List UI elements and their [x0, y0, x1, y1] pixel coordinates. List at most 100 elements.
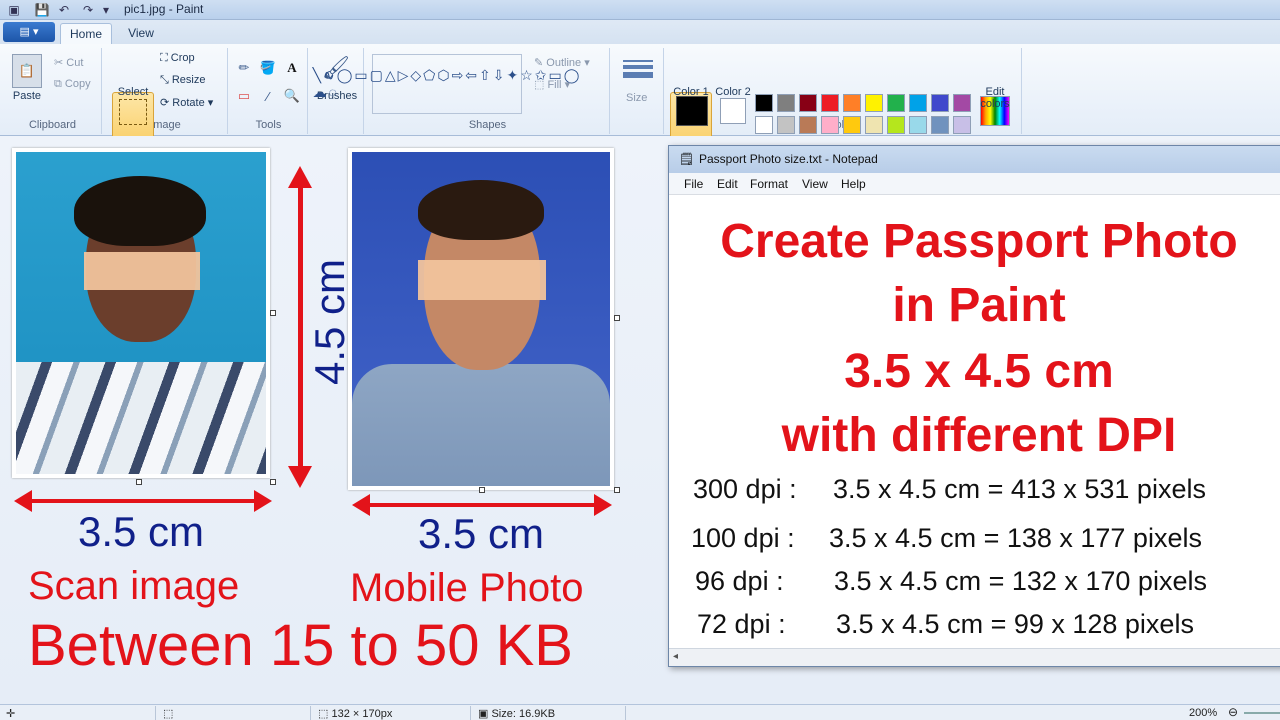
notepad-text-area[interactable]: Create Passport Photo in Paint 3.5 x 4.5… — [677, 196, 1280, 646]
rotate-button[interactable]: ⟳ Rotate ▾ — [160, 96, 213, 109]
dpi-label: 96 dpi : — [695, 566, 784, 596]
paste-button[interactable]: Paste — [4, 90, 50, 102]
magnifier-icon[interactable]: 🔍 — [282, 86, 302, 106]
face-blur — [418, 260, 546, 300]
palette-color-swatch[interactable] — [821, 94, 839, 112]
clipboard-group: 📋 Paste ✂ Cut ⧉ Copy Clipboard — [4, 48, 102, 134]
color-picker-icon[interactable]: ⁄ — [258, 86, 278, 106]
tab-home[interactable]: Home — [60, 23, 112, 44]
size-icon[interactable] — [622, 54, 654, 84]
size-group: Size — [612, 48, 664, 134]
notepad-title-bar[interactable]: 🗒 Passport Photo size.txt - Notepad — [669, 146, 1280, 173]
heading-line-1: Create Passport Photo — [720, 215, 1238, 268]
title-bar: ▣ 💾 ↶ ↷ ▾ pic1.jpg - Paint — [0, 0, 1280, 20]
crop-button[interactable]: ⛶ Crop — [160, 52, 195, 65]
tab-view[interactable]: View — [118, 23, 164, 44]
resize-handle[interactable] — [270, 310, 276, 316]
menu-edit[interactable]: Edit — [717, 177, 738, 191]
color-2-label: Color 2 — [715, 86, 751, 98]
width-arrow-left — [14, 490, 272, 512]
fill-bucket-icon[interactable]: 🪣 — [258, 58, 278, 78]
palette-color-swatch[interactable] — [887, 94, 905, 112]
palette-color-swatch[interactable] — [931, 116, 949, 134]
dpi-size: 3.5 x 4.5 cm = 413 x 531 pixels — [833, 474, 1206, 504]
palette-color-swatch[interactable] — [953, 116, 971, 134]
resize-handle[interactable] — [614, 315, 620, 321]
paste-icon[interactable]: 📋 — [12, 54, 42, 88]
palette-color-swatch[interactable] — [843, 94, 861, 112]
resize-button[interactable]: ⤡ Resize — [160, 74, 205, 87]
palette-color-swatch[interactable] — [799, 116, 817, 134]
outline-button[interactable]: ✎ Outline ▾ — [534, 56, 590, 69]
palette-color-swatch[interactable] — [799, 94, 817, 112]
resize-handle[interactable] — [614, 487, 620, 493]
zoom-slider[interactable] — [1244, 712, 1280, 714]
width-label-left: 3.5 cm — [78, 508, 205, 555]
width-label-right: 3.5 cm — [418, 510, 545, 557]
palette-color-swatch[interactable] — [755, 94, 773, 112]
customize-toolbar-icon[interactable]: ▾ — [98, 2, 114, 18]
resize-handle[interactable] — [136, 479, 142, 485]
select-label: Select — [117, 86, 149, 98]
menu-format[interactable]: Format — [750, 177, 788, 191]
shapes-gallery[interactable]: ╲∿◯▭▢△▷◇⬠⬡⇨⇦⇧⇩✦☆✩▭◯☁◌ — [313, 54, 579, 114]
copy-button[interactable]: ⧉ Copy — [54, 78, 91, 91]
notepad-title: Passport Photo size.txt - Notepad — [699, 152, 878, 166]
save-icon[interactable]: 💾 — [34, 2, 50, 18]
horizontal-scrollbar[interactable]: ◂ — [669, 648, 1280, 666]
palette-color-swatch[interactable] — [777, 116, 795, 134]
shapes-group-label: Shapes — [468, 119, 507, 131]
clipboard-group-label: Clipboard — [28, 119, 77, 131]
caption-scan-image: Scan image — [28, 564, 240, 608]
paint-menu-button[interactable]: ▤ ▾ — [3, 22, 55, 42]
menu-file[interactable]: File — [684, 177, 703, 191]
heading-line-4: with different DPI — [781, 409, 1177, 462]
width-arrow-right — [352, 494, 612, 516]
dpi-label: 72 dpi : — [697, 609, 786, 639]
palette-color-swatch[interactable] — [909, 94, 927, 112]
cut-button[interactable]: ✂ Cut — [54, 56, 83, 69]
palette-color-swatch[interactable] — [821, 116, 839, 134]
color-1-swatch — [676, 96, 708, 126]
dpi-size: 3.5 x 4.5 cm = 132 x 170 pixels — [834, 566, 1207, 596]
dpi-label: 300 dpi : — [693, 474, 797, 504]
scan-photo — [12, 148, 270, 478]
pencil-icon[interactable]: ✏ — [234, 58, 254, 78]
tools-group: ✏ 🪣 A ▭ ⁄ 🔍 Tools — [230, 48, 308, 134]
palette-color-swatch[interactable] — [909, 116, 927, 134]
palette-color-swatch[interactable] — [865, 94, 883, 112]
zoom-out-icon[interactable]: ⊖ — [1228, 705, 1238, 719]
height-label: 4.5 cm — [306, 258, 353, 385]
text-tool-icon[interactable]: A — [282, 58, 302, 78]
palette-color-swatch[interactable] — [777, 94, 795, 112]
height-arrow — [288, 166, 312, 488]
color-1-label: Color 1 — [673, 86, 709, 98]
resize-handle[interactable] — [479, 487, 485, 493]
dpi-size: 3.5 x 4.5 cm = 138 x 177 pixels — [829, 523, 1202, 553]
scroll-left-icon[interactable]: ◂ — [673, 651, 678, 662]
resize-handle[interactable] — [270, 479, 276, 485]
palette-color-swatch[interactable] — [931, 94, 949, 112]
eraser-icon[interactable]: ▭ — [234, 86, 254, 106]
menu-help[interactable]: Help — [841, 177, 866, 191]
paint-app-icon[interactable]: ▣ — [6, 2, 22, 18]
mobile-photo — [348, 148, 614, 490]
palette-color-swatch[interactable] — [755, 116, 773, 134]
face-blur — [84, 252, 200, 290]
tools-group-label: Tools — [255, 119, 282, 131]
palette-color-swatch[interactable] — [887, 116, 905, 134]
notepad-window[interactable]: 🗒 Passport Photo size.txt - Notepad File… — [668, 145, 1280, 667]
edit-colors-button[interactable]: Edit colors — [972, 86, 1018, 110]
fill-button[interactable]: ⬚ Fill ▾ — [534, 78, 570, 91]
ribbon-tabs: ▤ ▾ Home View — [0, 20, 1280, 44]
window-title: pic1.jpg - Paint — [124, 2, 204, 16]
color-2-swatch[interactable] — [720, 98, 746, 124]
size-button[interactable]: Size — [626, 92, 647, 104]
redo-icon[interactable]: ↷ — [80, 2, 96, 18]
undo-icon[interactable]: ↶ — [56, 2, 72, 18]
cursor-position-icon: ✛ — [6, 708, 16, 720]
palette-color-swatch[interactable] — [865, 116, 883, 134]
menu-view[interactable]: View — [802, 177, 828, 191]
palette-color-swatch[interactable] — [953, 94, 971, 112]
palette-color-swatch[interactable] — [843, 116, 861, 134]
